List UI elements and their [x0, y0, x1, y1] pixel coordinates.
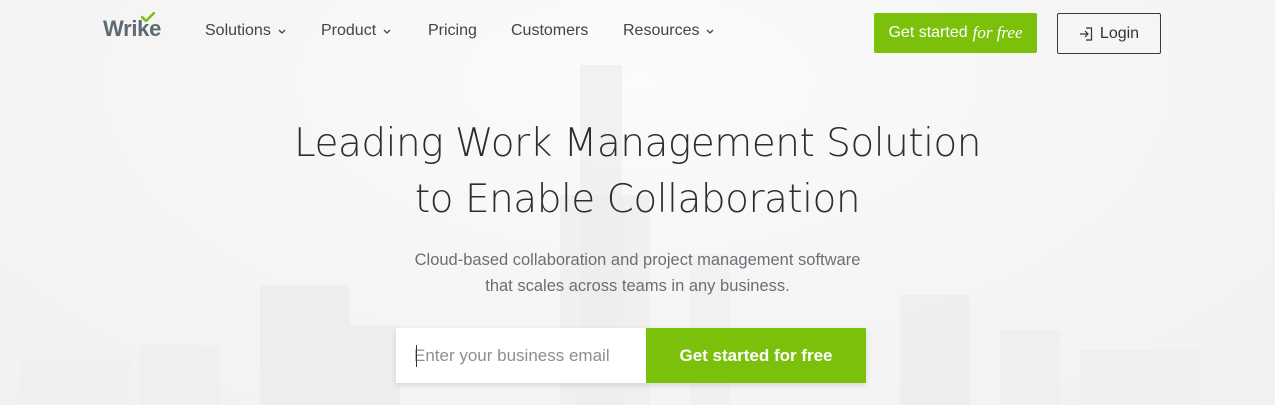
background-building — [140, 345, 220, 405]
login-icon — [1079, 26, 1093, 41]
wrike-logo[interactable]: Wrike — [103, 12, 161, 42]
hero-title: Leading Work Management Solution to Enab… — [0, 116, 1275, 228]
nav-item-solutions[interactable]: Solutions — [205, 22, 287, 40]
background-building — [20, 360, 130, 405]
nav-item-label: Product — [321, 22, 377, 39]
nav-item-resources[interactable]: Resources — [623, 22, 715, 40]
hero-subtitle-line2: that scales across teams in any business… — [485, 277, 790, 295]
text-cursor — [416, 345, 417, 367]
nav-item-customers[interactable]: Customers — [511, 22, 588, 40]
background-building — [350, 325, 400, 405]
business-email-input[interactable] — [396, 328, 646, 383]
chevron-down-icon — [383, 29, 391, 34]
chevron-down-icon — [278, 29, 286, 34]
nav-item-pricing[interactable]: Pricing — [428, 22, 477, 40]
nav-item-label: Pricing — [428, 22, 477, 39]
nav-item-product[interactable]: Product — [321, 22, 392, 40]
background-building — [1000, 330, 1060, 405]
background-building — [900, 295, 970, 405]
nav-item-label: Resources — [623, 22, 700, 39]
chevron-down-icon — [707, 29, 714, 34]
signup-button-label: Get started for free — [679, 345, 833, 365]
hero-subtitle-line1: Cloud-based collaboration and project ma… — [414, 251, 861, 269]
nav-item-label: Customers — [511, 22, 589, 39]
hero-title-line2: to Enable Collaboration — [414, 177, 861, 222]
background-building — [260, 285, 350, 405]
hero-subtitle: Cloud-based collaboration and project ma… — [0, 247, 1275, 299]
cta-label-emphasis: for free — [972, 23, 1023, 42]
nav-item-label: Solutions — [205, 22, 271, 39]
top-navigation: Wrike Solutions Product Pricing Customer… — [0, 0, 1275, 66]
login-button[interactable]: Login — [1057, 13, 1161, 54]
signup-submit-button[interactable]: Get started for free — [646, 328, 866, 383]
background-building — [1080, 350, 1200, 405]
logo-check-icon — [141, 12, 155, 22]
hero-title-line1: Leading Work Management Solution — [293, 121, 982, 166]
cta-label: Get started — [888, 24, 968, 41]
login-label: Login — [1099, 24, 1140, 42]
get-started-free-button[interactable]: Get started for free — [874, 13, 1037, 53]
email-signup-form: Get started for free — [396, 328, 866, 383]
